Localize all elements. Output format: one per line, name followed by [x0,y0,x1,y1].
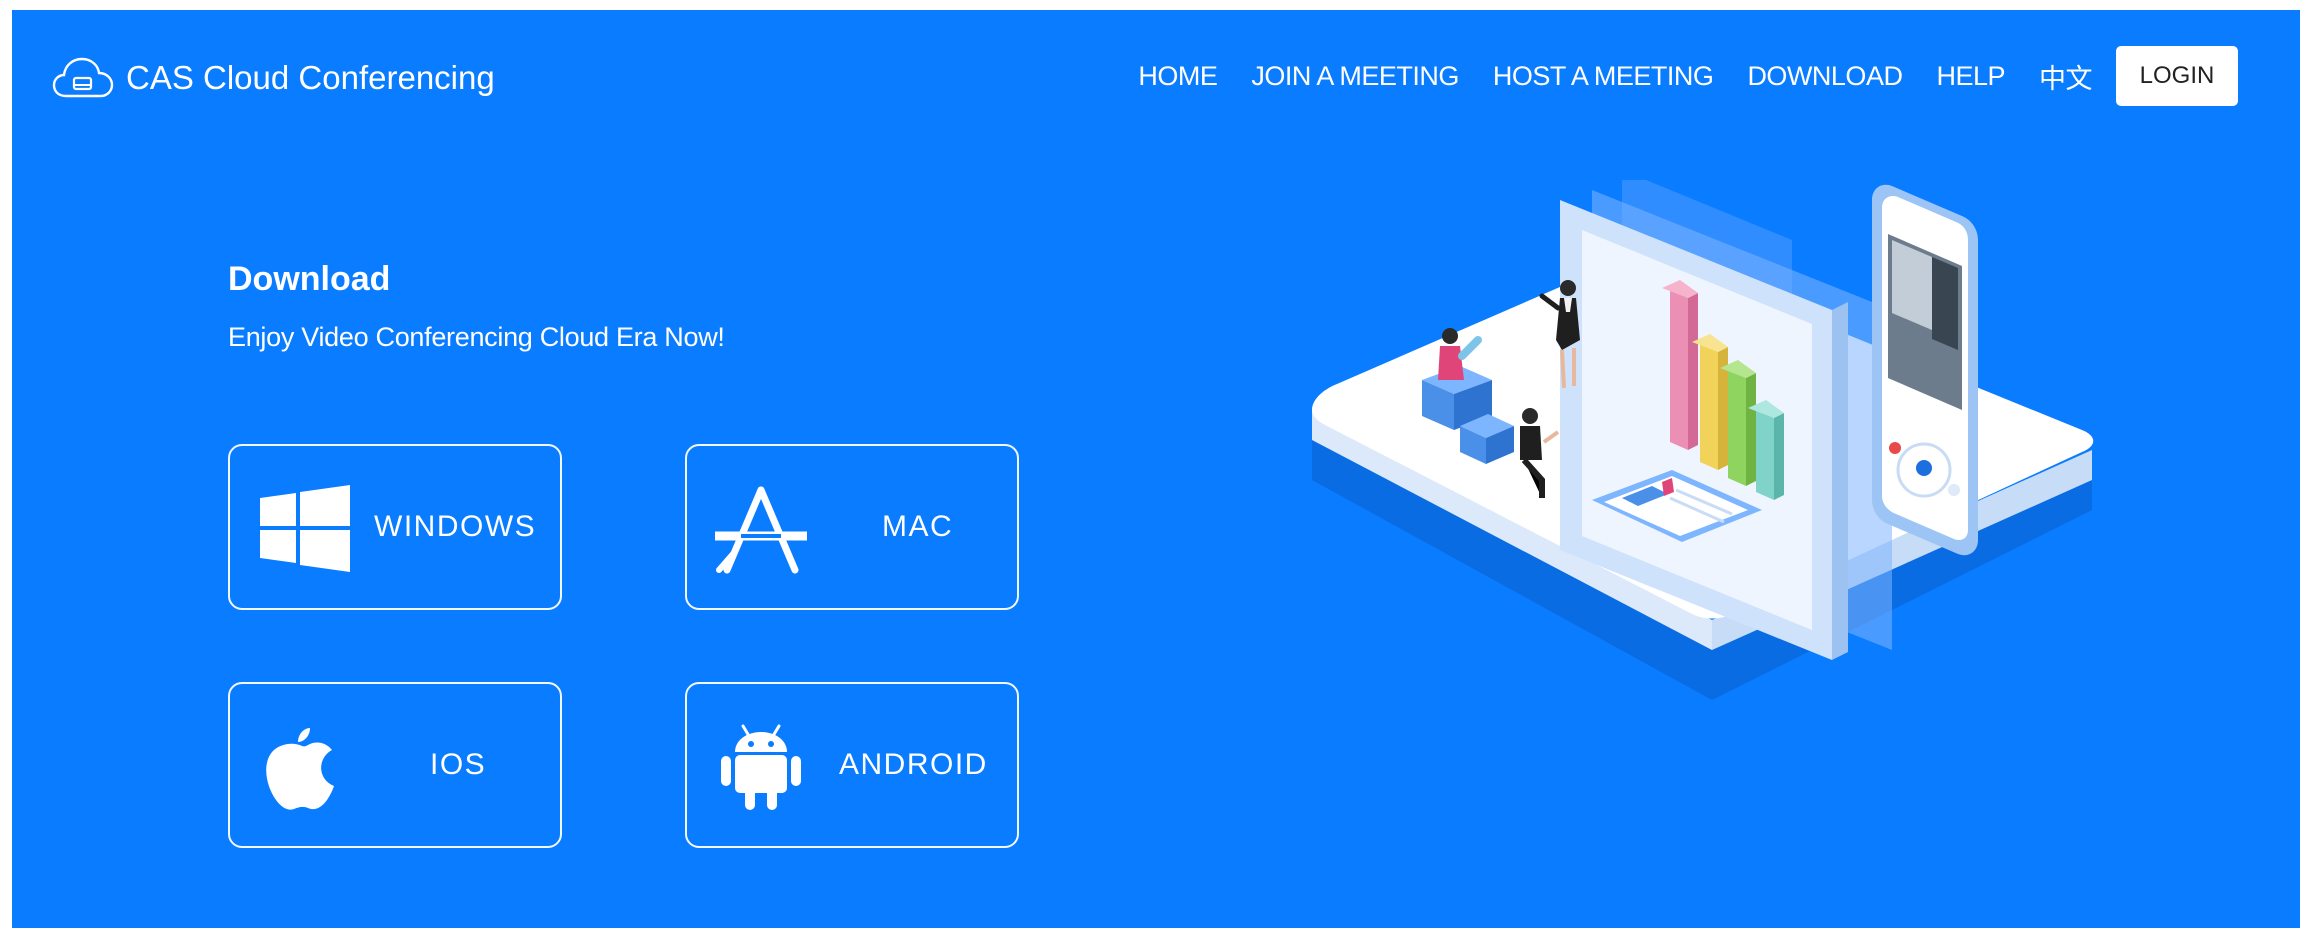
nav-home[interactable]: HOME [1138,61,1218,92]
conference-illustration [1312,180,2094,700]
nav-download[interactable]: DOWNLOAD [1747,61,1903,92]
download-android-label: ANDROID [839,748,988,781]
android-icon [721,724,801,810]
nav-join-meeting[interactable]: JOIN A MEETING [1251,61,1459,92]
apple-icon [266,728,334,810]
download-windows-button[interactable]: WINDOWS [228,444,562,610]
download-windows-label: WINDOWS [374,510,537,543]
download-mac-label: MAC [882,510,954,543]
page-subtitle: Enjoy Video Conferencing Cloud Era Now! [228,322,725,352]
main-nav: HOME JOIN A MEETING HOST A MEETING DOWNL… [1138,44,2238,108]
download-mac-button[interactable]: MAC [685,444,1019,610]
download-ios-button[interactable]: IOS [228,682,562,848]
brand-link[interactable]: CAS Cloud Conferencing [52,54,495,102]
nav-help[interactable]: HELP [1936,61,2005,92]
download-ios-label: IOS [430,748,487,781]
cloud-icon [52,57,114,98]
page: CAS Cloud Conferencing HOME JOIN A MEETI… [12,10,2300,928]
page-title: Download [228,260,391,298]
app-store-icon [715,486,807,574]
nav-host-meeting[interactable]: HOST A MEETING [1493,61,1714,92]
login-button[interactable]: LOGIN [2116,46,2238,106]
brand-name: CAS Cloud Conferencing [126,59,495,96]
language-switch[interactable]: 中文 [2039,57,2093,96]
download-android-button[interactable]: ANDROID [685,682,1019,848]
windows-icon [260,485,350,572]
header: CAS Cloud Conferencing HOME JOIN A MEETI… [12,10,2300,150]
